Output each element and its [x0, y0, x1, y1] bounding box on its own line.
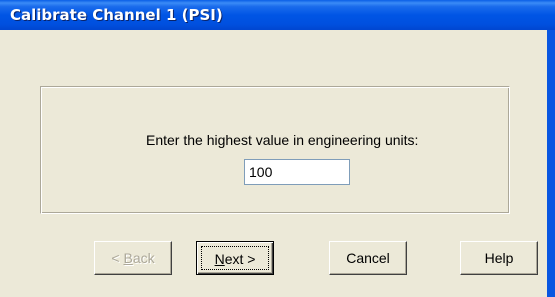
help-button[interactable]: Help: [460, 241, 538, 275]
input-group-box: [40, 86, 510, 214]
focus-rectangle: Next >: [201, 246, 269, 270]
title-bar[interactable]: Calibrate Channel 1 (PSI): [0, 0, 555, 30]
highest-value-input[interactable]: [244, 159, 350, 185]
next-button-mnemonic: N: [214, 251, 225, 267]
back-button-suffix: ack: [132, 250, 155, 266]
dialog-title: Calibrate Channel 1 (PSI): [10, 6, 223, 24]
window-frame-right: [547, 30, 555, 297]
cancel-button[interactable]: Cancel: [329, 241, 407, 275]
next-button[interactable]: Next >: [196, 241, 274, 275]
calibrate-dialog: Calibrate Channel 1 (PSI) Enter the high…: [0, 0, 555, 297]
back-button-mnemonic: B: [123, 250, 133, 266]
next-button-suffix: ext >: [224, 251, 256, 267]
back-button[interactable]: < Back: [94, 241, 172, 275]
back-button-prefix: <: [111, 250, 124, 266]
prompt-label: Enter the highest value in engineering u…: [146, 132, 419, 148]
